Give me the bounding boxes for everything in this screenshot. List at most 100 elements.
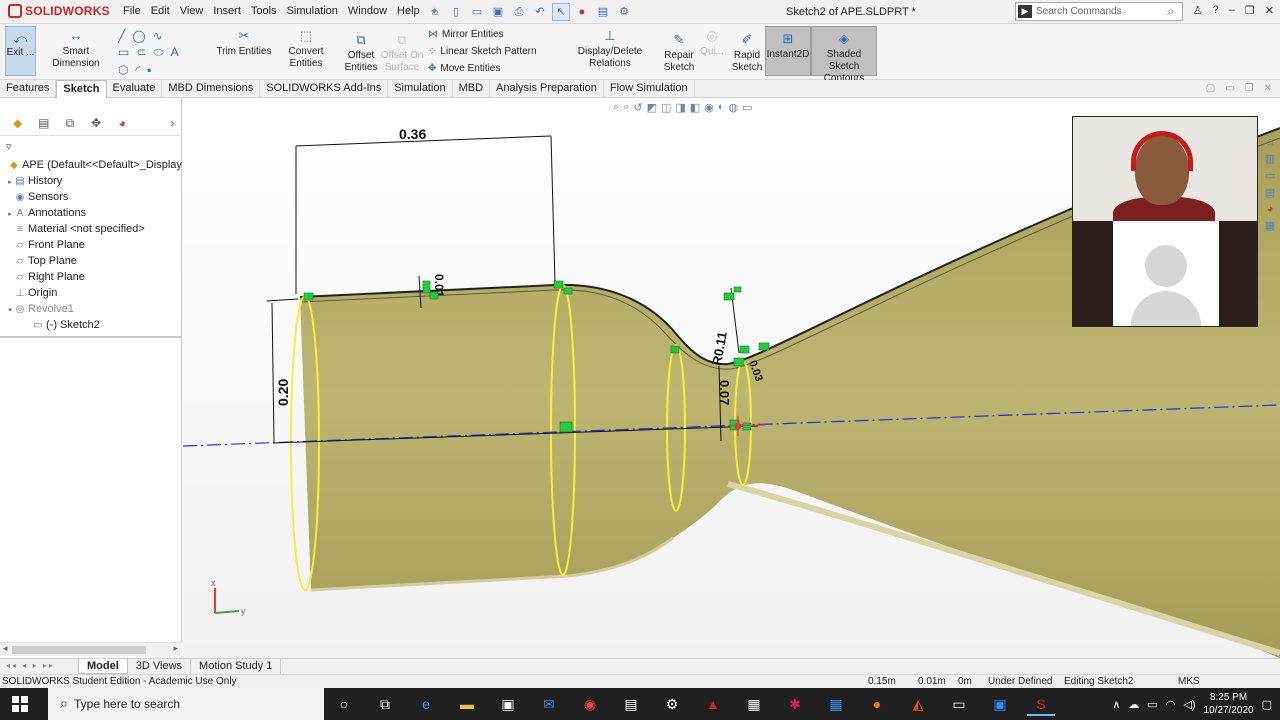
exit-sketch-button[interactable]: ⤺ Exit ... — [5, 26, 36, 76]
app-icon-window[interactable]: ▭ — [945, 692, 973, 716]
design-library-icon[interactable]: ▥ — [1265, 152, 1275, 165]
tile-icon[interactable]: ▢ — [1206, 83, 1215, 94]
panel-horizontal-scrollbar[interactable]: ◂ ▸ — [0, 642, 182, 656]
steam-icon[interactable]: ⚙ — [658, 692, 686, 716]
tab-mbd-dimensions[interactable]: MBD Dimensions — [162, 80, 261, 98]
trim-entities-button[interactable]: ✂ Trim Entities — [216, 29, 272, 58]
section-view-icon[interactable]: ◩ — [647, 101, 657, 114]
shaded-contours-button[interactable]: ◈ Shaded Sketch Contours — [811, 26, 877, 84]
ellipse-icon[interactable]: ⬭ — [153, 45, 163, 60]
home-icon[interactable]: ⌂ — [426, 3, 444, 21]
tree-item-top-plane[interactable]: ▱ Top Plane — [0, 253, 182, 269]
filter-icon[interactable]: ▿ — [6, 140, 12, 153]
chrome-icon[interactable]: ◉ — [576, 692, 604, 716]
save-icon[interactable]: ▣ — [489, 3, 507, 21]
tab-sketch[interactable]: Sketch — [56, 80, 107, 98]
calendar-icon[interactable]: ▦ — [822, 692, 850, 716]
appearances-icon[interactable]: ◕ — [1267, 203, 1274, 215]
point-icon[interactable]: ▪ — [147, 63, 151, 77]
menu-simulation[interactable]: Simulation — [282, 5, 343, 18]
search-mode-icon[interactable]: ▶ — [1018, 5, 1032, 18]
solidworks-resources-icon[interactable]: ⌂ — [1267, 136, 1274, 148]
fillet-icon[interactable]: ◜ — [135, 63, 140, 77]
zoom-area-icon[interactable]: ⌕ — [623, 101, 629, 114]
mirror-entities-button[interactable]: ⋈ Mirror Entities — [428, 26, 537, 43]
display-style-icon[interactable]: ◧ — [690, 101, 700, 114]
move-entities-button[interactable]: ✥ Move Entities — [428, 60, 537, 77]
apply-scene-icon[interactable]: ◍ — [728, 101, 738, 114]
convert-entities-button[interactable]: ⬚ Convert Entities — [272, 29, 340, 70]
tab-flow-simulation[interactable]: Flow Simulation — [604, 80, 695, 98]
tree-item-sensors[interactable]: ◉ Sensors — [0, 189, 182, 205]
zoom-icon[interactable]: ▣ — [986, 692, 1014, 716]
tab-solidworks-add-ins[interactable]: SOLIDWORKS Add-Ins — [260, 80, 389, 98]
app-icon-car[interactable]: ▲ — [699, 692, 727, 716]
tab-navigation-arrows[interactable]: ◂◂ ◂ ▸ ▸▸ — [0, 659, 78, 674]
view-orientation-icon[interactable]: ◨ — [675, 101, 685, 114]
collapse-icon[interactable]: ▾ — [6, 303, 14, 317]
dimension-036-text[interactable]: 0.36 — [399, 126, 426, 142]
menu-insert[interactable]: Insert — [208, 5, 246, 18]
file-properties-icon[interactable]: ▤ — [594, 3, 612, 21]
offset-on-surface-button[interactable]: ⧉ Offset On Surface — [380, 33, 424, 74]
scroll-right-icon[interactable]: ▸ — [173, 643, 178, 654]
display-delete-relations-button[interactable]: ⊥ Display/Delete Relations — [560, 29, 660, 70]
tree-item-material[interactable]: ≡ Material <not specified> — [0, 221, 182, 237]
tab-features[interactable]: Features — [0, 80, 57, 98]
quick-snaps-button[interactable]: ◎ Qui... — [698, 29, 726, 58]
tree-item-annotations[interactable]: ▸ A Annotations — [0, 205, 182, 221]
doc-close-icon[interactable]: ✕ — [1264, 83, 1272, 94]
slot-icon[interactable]: ⊂ — [136, 45, 146, 60]
tab-mbd[interactable]: MBD — [453, 80, 491, 98]
tab-evaluate[interactable]: Evaluate — [107, 80, 163, 98]
store-icon[interactable]: ▣ — [494, 692, 522, 716]
taskbar-search[interactable]: ⌕ Type here to search — [48, 688, 324, 720]
taskbar-search-input[interactable]: Type here to search — [74, 697, 180, 711]
hide-show-icon[interactable]: ◉ — [704, 101, 714, 114]
tree-item-history[interactable]: ▸ ▤ History — [0, 173, 182, 189]
expand-icon[interactable]: ▸ — [6, 207, 14, 221]
tab-simulation[interactable]: Simulation — [388, 80, 453, 98]
expand-icon[interactable]: ▸ — [6, 175, 14, 189]
battery-icon[interactable]: ▭ — [1147, 698, 1157, 711]
circle-icon[interactable]: ◯ — [132, 29, 145, 43]
search-input[interactable]: Search Commands — [1036, 6, 1122, 17]
clock[interactable]: 8:25 PM 10/27/2020 — [1204, 691, 1254, 717]
rapid-sketch-button[interactable]: ✐ Rapid Sketch — [730, 33, 764, 74]
tree-item-revolve1[interactable]: ▾ ◎ Revolve1 — [0, 301, 182, 317]
view-palette-icon[interactable]: ▤ — [1265, 186, 1275, 199]
dimension-036[interactable]: 0.36 — [295, 126, 556, 294]
windows-start-icon[interactable] — [12, 696, 28, 712]
print-icon[interactable]: ⎙ — [510, 3, 528, 21]
offset-entities-button[interactable]: ⧉ Offset Entities — [342, 33, 380, 74]
tree-item-right-plane[interactable]: ▱ Right Plane — [0, 269, 182, 285]
repair-sketch-button[interactable]: ✎ Repair Sketch — [662, 33, 696, 74]
doc-restore-icon[interactable]: ❐ — [1245, 83, 1254, 94]
scroll-left-icon[interactable]: ◂ — [3, 643, 8, 654]
dimxpert-icon[interactable]: ✥ — [87, 116, 106, 134]
unit-system[interactable]: MKS — [1178, 676, 1200, 687]
text-icon[interactable]: A — [171, 45, 179, 60]
dimension-020-text[interactable]: 0.20 — [275, 379, 291, 406]
tab-3d-views[interactable]: 3D Views — [128, 659, 192, 674]
expand-arrow-icon[interactable]: › — [163, 116, 182, 134]
file-explorer-taskbar-icon[interactable]: ▬ — [453, 692, 481, 716]
task-view-icon[interactable]: ⧉ — [371, 692, 399, 716]
new-document-icon[interactable]: ▯ — [447, 3, 465, 21]
tree-item-front-plane[interactable]: ▱ Front Plane — [0, 237, 182, 253]
cortana-icon[interactable]: ○ — [330, 692, 358, 716]
select-icon[interactable]: ↖ — [552, 3, 570, 21]
tree-root[interactable]: ◆ APE (Default<<Default>_Display — [0, 157, 182, 173]
mail-icon[interactable]: ✉ — [535, 692, 563, 716]
open-icon[interactable]: ▭ — [468, 3, 486, 21]
tab-analysis-preparation[interactable]: Analysis Preparation — [490, 80, 604, 98]
app-icon-orange[interactable]: ● — [863, 692, 891, 716]
dimension-r011-text[interactable]: R0.11 — [709, 330, 730, 366]
menu-edit[interactable]: Edit — [146, 5, 175, 18]
close-icon[interactable]: ✕ — [1265, 4, 1274, 17]
panel-splitter[interactable] — [0, 336, 182, 338]
matlab-icon[interactable]: ◭ — [904, 692, 932, 716]
menu-tools[interactable]: Tools — [246, 5, 282, 18]
dynamic-annotation-icon[interactable]: ◫ — [661, 101, 671, 114]
scrollbar-thumb[interactable] — [12, 646, 146, 654]
